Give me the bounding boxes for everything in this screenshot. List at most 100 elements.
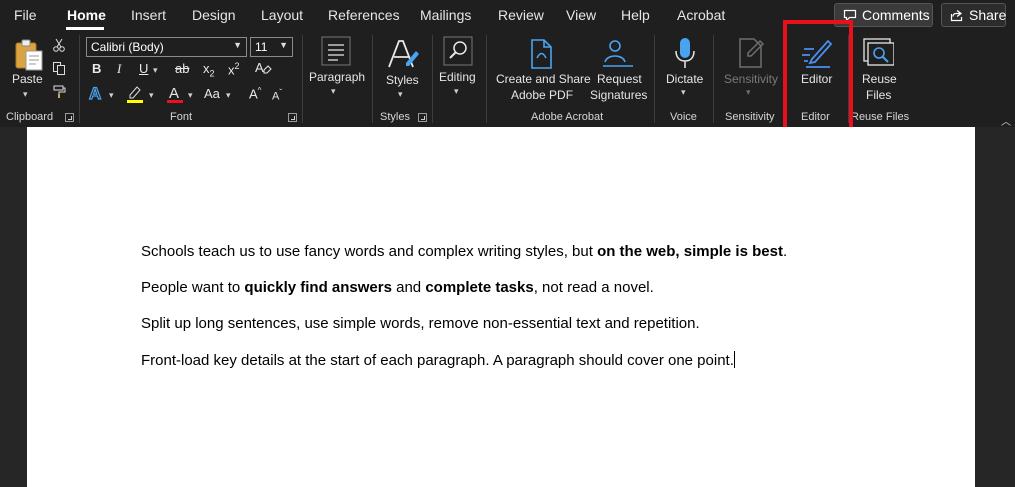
editing-label[interactable]: Editing — [439, 69, 476, 85]
clear-formatting-icon[interactable]: A — [254, 59, 272, 77]
request-signatures-label-2[interactable]: Signatures — [590, 87, 647, 103]
font-name-value: Calibri (Body) — [91, 40, 164, 54]
tab-acrobat[interactable]: Acrobat — [677, 7, 725, 23]
editing-search-icon[interactable] — [443, 36, 473, 66]
styles-group-label: Styles — [380, 111, 410, 123]
paragraph-3[interactable]: Split up long sentences, use simple word… — [141, 315, 700, 332]
p4-text: Front-load key details at the start of e… — [141, 352, 734, 369]
paragraph-dropdown-icon[interactable]: ▾ — [331, 86, 336, 97]
p2-text-e: , not read a novel. — [533, 279, 654, 296]
cut-icon[interactable] — [52, 38, 66, 52]
microphone-icon[interactable] — [673, 37, 697, 71]
create-pdf-label-1[interactable]: Create and Share — [496, 71, 591, 87]
bold-button[interactable]: B — [92, 61, 101, 76]
request-signatures-icon[interactable] — [601, 38, 635, 68]
dictate-label[interactable]: Dictate — [666, 71, 703, 87]
paragraph-label[interactable]: Paragraph — [309, 69, 365, 85]
svg-text:A: A — [89, 84, 101, 102]
sensitivity-dropdown-icon[interactable]: ▾ — [746, 87, 751, 98]
styles-launcher-icon[interactable] — [418, 113, 427, 122]
tab-help[interactable]: Help — [621, 7, 650, 23]
tab-review[interactable]: Review — [498, 7, 544, 23]
tab-mailings[interactable]: Mailings — [420, 7, 471, 23]
group-separator — [302, 35, 303, 123]
format-painter-icon[interactable] — [52, 84, 67, 99]
shrink-font-button[interactable]: Aˇ — [272, 88, 282, 103]
sensitivity-label[interactable]: Sensitivity — [724, 71, 778, 87]
tab-file[interactable]: File — [14, 7, 37, 23]
font-launcher-icon[interactable] — [288, 113, 297, 122]
styles-dropdown-icon[interactable]: ▾ — [398, 89, 403, 100]
ribbon-tab-bar: File Home Insert Design Layout Reference… — [0, 0, 1015, 31]
sensitivity-group-label: Sensitivity — [725, 111, 775, 123]
tab-insert[interactable]: Insert — [131, 7, 166, 23]
text-effects-icon[interactable]: A — [88, 84, 106, 102]
active-tab-indicator — [66, 27, 104, 30]
reuse-label-1[interactable]: Reuse — [862, 71, 897, 87]
clipboard-group-label: Clipboard — [6, 111, 54, 123]
styles-icon[interactable] — [386, 37, 420, 71]
change-case-button[interactable]: Aa — [204, 86, 220, 101]
reuse-files-icon[interactable] — [862, 37, 894, 69]
p2-text-bold-1: quickly find answers — [244, 279, 392, 296]
paragraph-2[interactable]: People want to quickly find answers and … — [141, 279, 654, 296]
change-case-dropdown-icon[interactable]: ▾ — [226, 90, 231, 101]
highlighter-dropdown-icon[interactable]: ▾ — [149, 90, 154, 101]
superscript-button[interactable]: x2 — [228, 61, 240, 77]
chevron-down-icon: ▼ — [279, 40, 288, 50]
reuse-files-group-label: Reuse Files — [851, 111, 910, 123]
tab-home[interactable]: Home — [67, 7, 106, 23]
p1-text-bold: on the web, simple is best — [597, 243, 783, 260]
paragraph-4[interactable]: Front-load key details at the start of e… — [141, 351, 735, 369]
collapse-ribbon-icon[interactable]: ︿ — [1001, 113, 1011, 128]
reuse-label-2[interactable]: Files — [866, 87, 891, 103]
underline-dropdown-icon[interactable]: ▾ — [153, 65, 158, 76]
p2-text-c: and — [391, 279, 426, 296]
tab-references[interactable]: References — [328, 7, 400, 23]
font-group-label: Font — [170, 111, 193, 123]
group-separator — [372, 35, 373, 123]
voice-group-label: Voice — [670, 111, 697, 123]
share-button[interactable]: Share — [941, 3, 1006, 27]
paste-label[interactable]: Paste — [12, 71, 43, 87]
grow-font-letter: A — [249, 86, 258, 102]
italic-button[interactable]: I — [117, 61, 121, 77]
font-size-combo[interactable]: 11 ▼ — [250, 37, 293, 57]
dictate-dropdown-icon[interactable]: ▾ — [681, 87, 686, 98]
copy-icon[interactable] — [52, 61, 66, 75]
highlighter-icon[interactable] — [125, 84, 145, 104]
editor-highlight-box — [783, 20, 853, 135]
tab-view[interactable]: View — [566, 7, 596, 23]
create-pdf-label-2[interactable]: Adobe PDF — [511, 87, 573, 103]
paste-dropdown-icon[interactable]: ▾ — [23, 89, 28, 100]
editing-dropdown-icon[interactable]: ▾ — [454, 86, 459, 97]
underline-button[interactable]: U — [139, 61, 148, 76]
paragraph-icon[interactable] — [321, 36, 351, 66]
create-pdf-icon[interactable] — [528, 38, 556, 70]
caret-up-icon: ^ — [257, 86, 262, 95]
subscript-button[interactable]: x2 — [203, 61, 215, 79]
strikethrough-button[interactable]: ab — [175, 61, 189, 76]
group-separator — [486, 35, 487, 123]
paragraph-1[interactable]: Schools teach us to use fancy words and … — [141, 243, 787, 260]
svg-text:A: A — [255, 60, 264, 75]
font-color-icon[interactable]: A — [166, 84, 184, 104]
text-cursor — [733, 351, 735, 368]
tab-design[interactable]: Design — [192, 7, 236, 23]
styles-label[interactable]: Styles — [386, 72, 419, 88]
font-color-dropdown-icon[interactable]: ▾ — [188, 90, 193, 101]
request-signatures-label-1[interactable]: Request — [597, 71, 642, 87]
p1-text-a: Schools teach us to use fancy words and … — [141, 243, 598, 260]
tab-layout[interactable]: Layout — [261, 7, 303, 23]
caret-down-icon: ˇ — [279, 88, 283, 97]
chevron-down-icon: ▼ — [233, 40, 242, 50]
document-page[interactable] — [27, 127, 975, 487]
grow-font-button[interactable]: A^ — [249, 86, 261, 101]
clipboard-launcher-icon[interactable] — [65, 113, 74, 122]
text-effects-dropdown-icon[interactable]: ▾ — [109, 90, 114, 101]
group-separator — [654, 35, 655, 123]
group-separator — [79, 35, 80, 123]
font-name-combo[interactable]: Calibri (Body) ▼ — [86, 37, 247, 57]
share-label: Share — [969, 7, 1007, 23]
sensitivity-icon[interactable] — [736, 37, 766, 69]
